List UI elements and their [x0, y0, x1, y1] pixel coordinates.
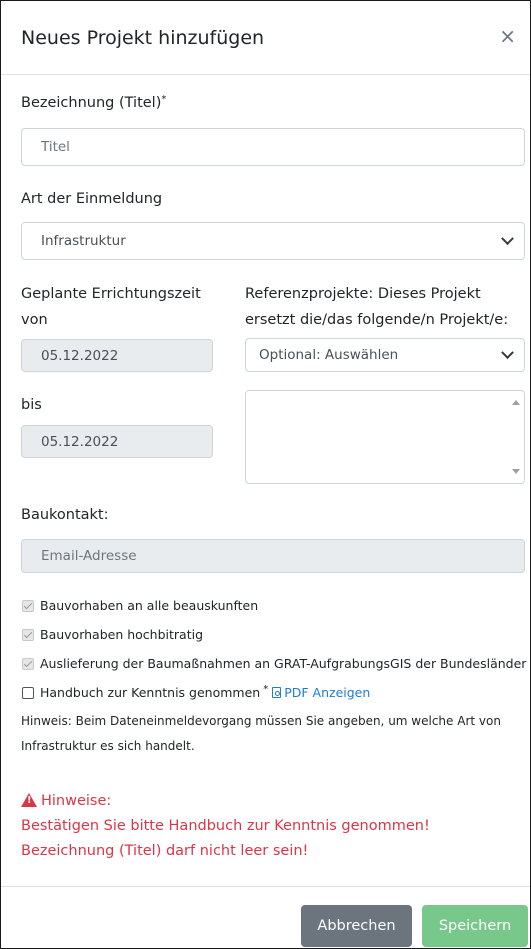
scroll-down-arrow-icon[interactable] [512, 469, 520, 474]
pdf-file-icon [272, 687, 282, 698]
pdf-link[interactable]: PDF Anzeigen [272, 685, 370, 700]
checkbox-icon[interactable] [22, 599, 34, 612]
checkbox-label: Handbuch zur Kenntnis genommen [40, 685, 261, 700]
checkbox-icon[interactable] [22, 657, 34, 670]
baukontakt-label: Baukontakt: [21, 507, 109, 523]
chevron-down-icon [501, 346, 514, 360]
von-label: von [21, 312, 48, 328]
ref-label-line1: Referenzprojekte: Dieses Projekt [245, 286, 481, 302]
warning-triangle-icon [21, 793, 37, 807]
title-label: Bezeichnung (Titel)* [21, 89, 166, 117]
von-date-value: 05.12.2022 [41, 347, 119, 364]
title-input-placeholder: Titel [41, 139, 70, 155]
email-field[interactable]: Email-Adresse [21, 539, 525, 573]
checkbox-label: Auslieferung der Baumaßnahmen an GRAT-Au… [40, 656, 527, 671]
add-project-modal: Neues Projekt hinzufügen × Bezeichnung (… [0, 0, 531, 949]
warning-line: Bestätigen Sie bitte Handbuch zur Kenntn… [21, 818, 430, 834]
scrollbar[interactable] [508, 392, 523, 482]
checkbox-hochbitratig[interactable]: Bauvorhaben hochbitratig [22, 627, 203, 642]
ref-label-line2: ersetzt die/das folgende/n Projekt/e: [245, 312, 509, 328]
ref-projects-listbox[interactable] [245, 390, 525, 484]
close-icon[interactable]: × [499, 26, 516, 46]
checkbox-handbuch[interactable]: Handbuch zur Kenntnis genommen * PDF Anz… [22, 684, 370, 700]
warnings-title: Hinweise: [41, 793, 112, 809]
pdf-link-label: PDF Anzeigen [284, 685, 371, 700]
modal-title: Neues Projekt hinzufügen [21, 27, 265, 49]
checkbox-beauskunften[interactable]: Bauvorhaben an alle beauskunften [22, 598, 258, 613]
art-label: Art der Einmeldung [21, 191, 163, 207]
checkbox-icon[interactable] [22, 628, 34, 641]
hint-text: Hinweis: Beim Dateneinmeldevorgang müsse… [21, 714, 501, 753]
art-select[interactable]: Infrastruktur [21, 222, 525, 260]
ref-select[interactable]: Optional: Auswählen [245, 338, 525, 372]
bis-date-value: 05.12.2022 [41, 433, 119, 450]
zeit-label-line1: Geplante Errichtungszeit [21, 286, 201, 302]
chevron-down-icon [501, 232, 514, 246]
von-date-input[interactable]: 05.12.2022 [21, 339, 213, 372]
save-button[interactable]: Speichern [422, 905, 528, 947]
modal-header: Neues Projekt hinzufügen × [1, 1, 530, 75]
ref-select-value: Optional: Auswählen [259, 347, 399, 363]
required-marker: * [161, 94, 167, 105]
bis-date-input[interactable]: 05.12.2022 [21, 425, 213, 458]
checkbox-icon[interactable] [22, 686, 34, 699]
scroll-up-arrow-icon[interactable] [512, 400, 520, 405]
art-select-value: Infrastruktur [41, 233, 126, 249]
title-input[interactable]: Titel [21, 128, 525, 166]
checkbox-label: Bauvorhaben an alle beauskunften [40, 598, 259, 613]
bis-label: bis [21, 397, 42, 413]
warnings-title-row: Hinweise: [21, 789, 521, 814]
checkbox-auslieferung[interactable]: Auslieferung der Baumaßnahmen an GRAT-Au… [22, 656, 526, 671]
required-marker: * [263, 684, 269, 695]
title-label-text: Bezeichnung (Titel) [21, 95, 162, 111]
warnings-block: Hinweise: Bestätigen Sie bitte Handbuch … [21, 789, 521, 864]
checkbox-label: Bauvorhaben hochbitratig [40, 627, 204, 642]
email-placeholder: Email-Adresse [41, 548, 137, 564]
warning-line: Bezeichnung (Titel) darf nicht leer sein… [21, 843, 309, 859]
cancel-button[interactable]: Abbrechen [301, 905, 412, 947]
